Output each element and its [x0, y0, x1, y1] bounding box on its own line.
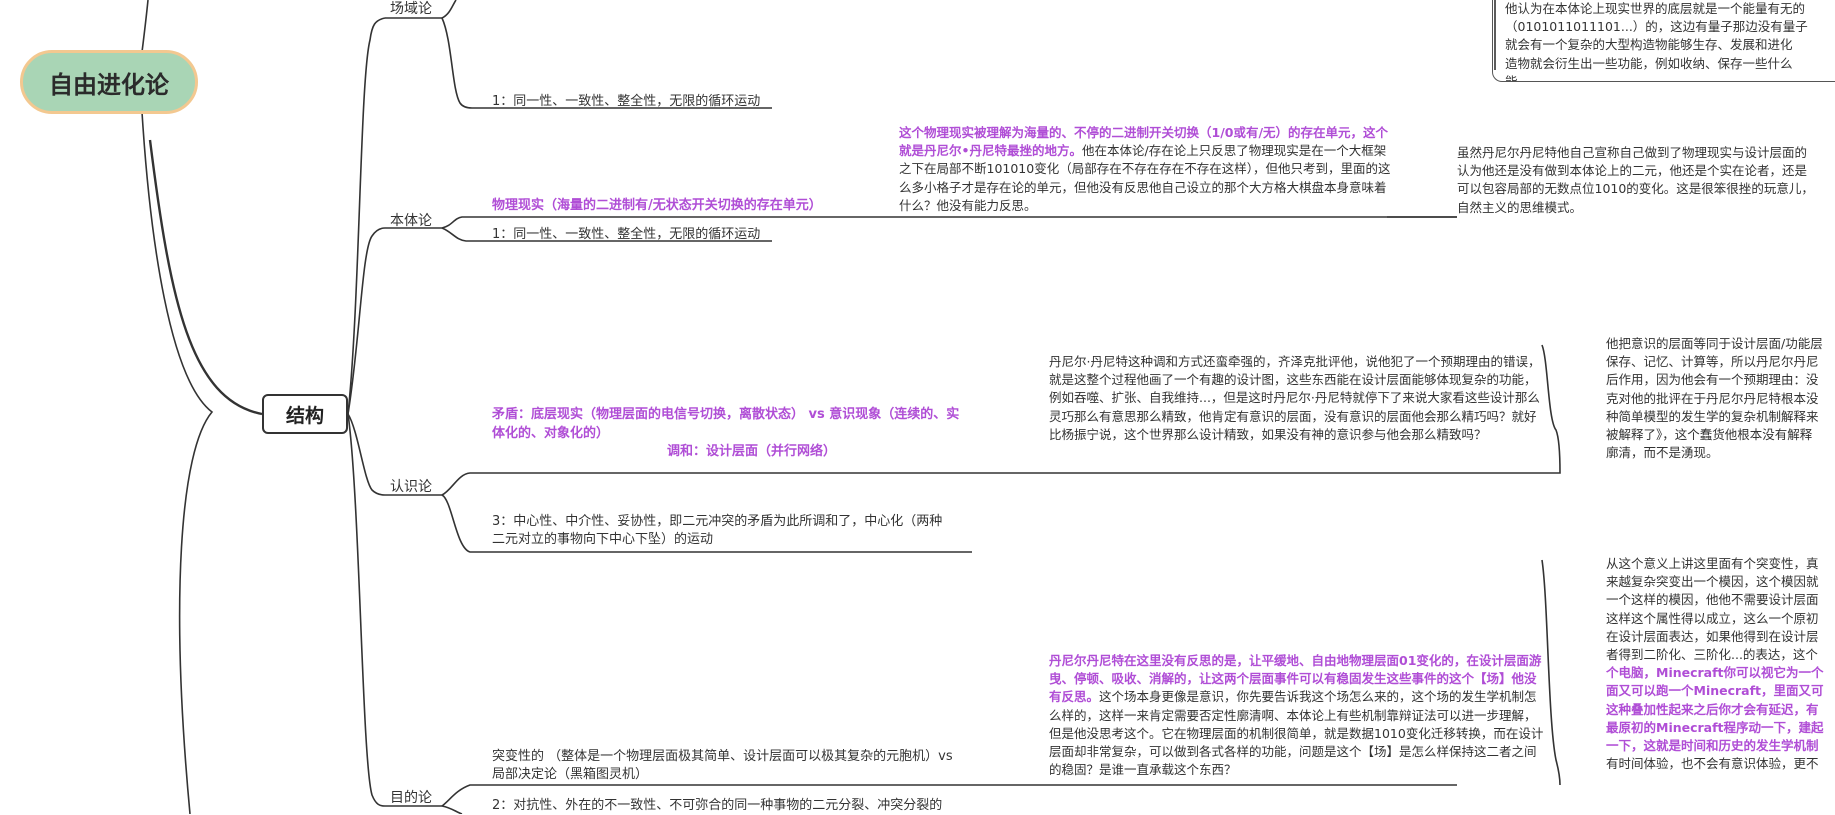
- note-top-right-line: 能。: [1505, 73, 1531, 82]
- edge-root-spine: [141, 111, 214, 814]
- tele-leaf-2[interactable]: 2：对抗性、外在的不一致性、不可弥合的同一种事物的二元分裂、冲突分裂的: [492, 797, 942, 815]
- note-tele-right-hl-line: 面又可以跑一个Minecraft，里面又可: [1606, 683, 1824, 699]
- note-tele-mid-text: 这个场本身更像是意识，你先要告诉我这个场怎么来的，这个场的发生学机制怎么样的，这…: [1049, 689, 1544, 778]
- field-leaf-1[interactable]: 1：同一性、一致性、整全性，无限的循环运动: [492, 93, 760, 111]
- ontology-leaf-1[interactable]: 1：同一性、一致性、整全性，无限的循环运动: [492, 226, 760, 244]
- note-top-right-line: 就会有一个复杂的大型构造物能够生存、发展和进化: [1505, 37, 1793, 53]
- note-tele-right-line: 在设计层面表达，如果他得到在设计层: [1606, 628, 1819, 644]
- note-ontology-right-line: 自然主义的思维模式。: [1457, 199, 1583, 215]
- note-tele-mid[interactable]: 丹尼尔丹尼特在这里没有反思的是，让平缓地、自由地物理层面01变化的，在设计层面游…: [1049, 652, 1544, 779]
- note-tele-right-hl-line: 个电脑，Minecraft你可以视它为一个: [1606, 665, 1824, 681]
- structure-node[interactable]: 结构: [262, 394, 348, 434]
- note-tele-right-hl-line: 最原初的Minecraft程序动一下，建起: [1606, 719, 1824, 735]
- edge-root-structure: [148, 139, 263, 416]
- note-top-right-line: （0101011011101...）的，这边有量子那边没有量子: [1505, 19, 1808, 35]
- note-tele-right-line: 来越复杂突变出一个模因，这个模因就: [1606, 574, 1819, 590]
- edge-structure-field: [347, 17, 386, 415]
- branch-epistemology[interactable]: 认识论: [390, 478, 432, 496]
- note-tele-right-line: 有时间体验，也不会有意识体验，更不: [1606, 756, 1819, 772]
- note-tele-right-line: 这样这个属性得以成立，这么一个原初: [1606, 610, 1819, 626]
- note-tele-right-line: 一个这样的模因，他他不需要设计层面: [1606, 592, 1819, 608]
- note-tele-right[interactable]: 从这个意义上讲这里面有个突变性，真 来越复杂突变出一个模因，这个模因就 一个这样…: [1606, 555, 1835, 773]
- note-ontology-right-line: 认为他还是没有做到本体论上的二元，他还是个实在论者，还是: [1457, 163, 1808, 179]
- note-epist-right-line: 被解释了》，这个蠢货他根本没有解释: [1606, 427, 1813, 443]
- note-epist-right-line: 保存、记忆、计算等，所以丹尼尔丹尼: [1606, 354, 1819, 370]
- branch-field[interactable]: 场域论: [390, 0, 432, 18]
- branch-teleology[interactable]: 目的论: [390, 789, 432, 807]
- note-tele-right-line: 从这个意义上讲这里面有个突变性，真: [1606, 556, 1819, 571]
- edge-root-spine-top: [141, 0, 149, 53]
- edge-field-top: [441, 0, 457, 19]
- note-ontology-right-line: 虽然丹尼尔丹尼特他自己宣称自己做到了物理现实与设计层面的: [1457, 145, 1808, 160]
- root-topic[interactable]: 自由进化论: [20, 50, 198, 114]
- branch-ontology[interactable]: 本体论: [390, 212, 432, 230]
- epist-topic-line-2[interactable]: 体化的、对象化的）: [492, 425, 609, 443]
- note-epist-right-line: 廓清，而不是湧现。: [1606, 445, 1719, 461]
- epist-leaf-3-line-2[interactable]: 二元对立的事物向下中心下坠）的运动: [492, 531, 713, 549]
- edge-structure-ontology: [347, 227, 386, 415]
- note-ontology-right-line: 可以包容局部的无数点位1010的变化。这是很笨很挫的玩意儿，: [1457, 181, 1814, 197]
- note-epist-right-line: 克对他的批评在于丹尼尔丹尼特根本没: [1606, 390, 1819, 406]
- note-top-right-line: 他认为在本体论上现实世界的底层就是一个能量有无的: [1505, 1, 1806, 16]
- epist-topic-reconcile[interactable]: 调和：设计层面（并行网络）: [667, 443, 836, 461]
- tele-topic-line-2[interactable]: 局部决定论（黑箱图灵机）: [492, 766, 648, 784]
- note-epist-right-line: 后作用，因为他会有一个预期理由：没: [1606, 372, 1819, 388]
- tele-topic-line-1[interactable]: 突变性的 （整体是一个物理层面极其简单、设计层面可以极其复杂的元胞机）vs: [492, 748, 953, 766]
- epist-leaf-3-line-1[interactable]: 3：中心性、中介性、妥协性，即二元冲突的矛盾为此所调和了，中心化（两种: [492, 513, 942, 531]
- note-top-right[interactable]: 他认为在本体论上现实世界的底层就是一个能量有无的 （0101011011101.…: [1492, 0, 1835, 82]
- note-tele-right-hl-line: 这种叠加性起来之后你才会有延迟，有: [1606, 701, 1819, 717]
- note-epist-mid[interactable]: 丹尼尔·丹尼特这种调和方式还蛮牵强的，齐泽克批评他，说他犯了一个预期理由的错误，…: [1049, 353, 1544, 444]
- edge-structure-tele: [347, 413, 386, 807]
- note-top-right-line: 造物就会衍生出一些功能，例如收纳、保存一些什么: [1505, 55, 1793, 71]
- edge-tele-2: [441, 805, 463, 814]
- note-tele-right-hl-line: 一下，这就是时间和历史的发生学机制: [1606, 738, 1819, 754]
- edge-tele-right: [1541, 559, 1561, 786]
- note-epist-right[interactable]: 他把意识的层面等同于设计层面/功能层 保存、记忆、计算等，所以丹尼尔丹尼 后作用…: [1606, 335, 1835, 462]
- note-ontology[interactable]: 这个物理现实被理解为海量的、不停的二进制开关切换（1/0或有/无）的存在单元，这…: [899, 124, 1391, 215]
- ontology-topic[interactable]: 物理现实（海量的二进制有/无状态开关切换的存在单元）: [492, 197, 822, 215]
- edge-epist-topic: [441, 472, 1457, 496]
- note-epist-right-line: 种简单模型的发生学的复杂机制解释来: [1606, 408, 1819, 424]
- note-tele-right-line: 者得到二阶化、三阶化...的表达，这个: [1606, 647, 1818, 663]
- note-ontology-right[interactable]: 虽然丹尼尔丹尼特他自己宣称自己做到了物理现实与设计层面的 认为他还是没有做到本体…: [1457, 144, 1835, 217]
- note-epist-right-line: 他把意识的层面等同于设计层面/功能层: [1606, 336, 1823, 351]
- epist-topic-line-1[interactable]: 矛盾：底层现实（物理层面的电信号切换，离散状态） vs 意识现象（连续的、实: [492, 406, 959, 424]
